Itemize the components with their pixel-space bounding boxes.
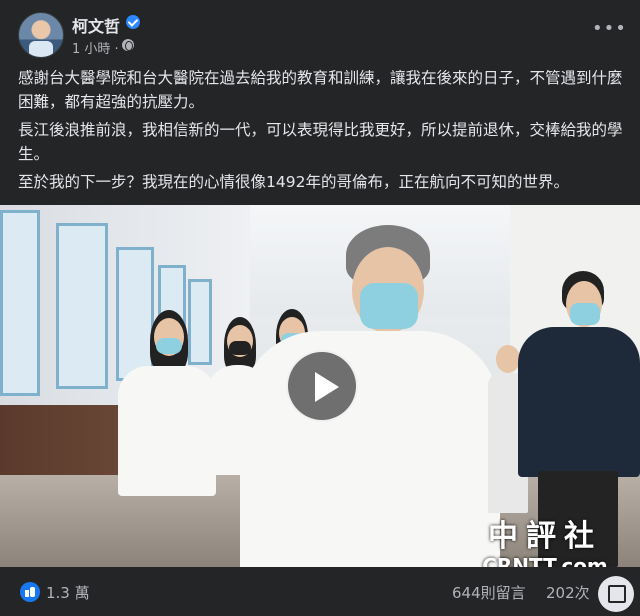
comment-count[interactable]: 644則留言 [452,582,526,603]
post-paragraph-3: 至於我的下一步？我現在的心情很像1492年的哥倫布，正在航向不可知的世界。 [18,173,569,191]
face-mask [156,338,182,354]
play-icon[interactable] [286,350,358,422]
post-header: 柯文哲 1 小時 · ••• [0,0,640,62]
time-separator: · [114,42,119,57]
avatar-shirt [29,41,53,57]
post-timestamp[interactable]: 1 小時 · [72,38,119,57]
student-1 [118,310,218,567]
author-avatar[interactable] [18,12,64,58]
white-coat [118,366,216,496]
reaction-count[interactable]: 1.3 萬 [46,582,90,603]
wall-poster [0,210,40,396]
face-mask [570,303,600,325]
post-paragraph-2: 長江後浪推前浪，我相信新的一代，可以表現得比我更好，所以提前退休，交棒給我的學生… [18,121,623,163]
post-time[interactable]: 1 小時 [72,42,110,57]
verified-badge-icon [126,15,140,29]
bystander-head [496,345,520,373]
watermark-line-1: 中評社 [488,519,602,554]
wall-poster [56,223,108,389]
globe-icon[interactable] [122,39,134,51]
like-reaction-icon[interactable] [20,582,40,602]
share-count[interactable]: 202次 [546,582,590,603]
edit-icon[interactable] [598,576,634,612]
doctor [240,225,500,567]
dark-jacket [518,327,640,477]
author-name[interactable]: 柯文哲 [72,13,120,37]
post-paragraph-1: 感謝台大醫學院和台大醫院在過去給我的教育和訓練，讓我在後來的日子，不管遇到什麼困… [18,69,623,111]
face-mask [360,283,418,329]
more-options-icon[interactable]: ••• [592,18,627,39]
white-coat [240,331,500,567]
post-footer: 1.3 萬 644則留言 202次 [0,567,640,616]
